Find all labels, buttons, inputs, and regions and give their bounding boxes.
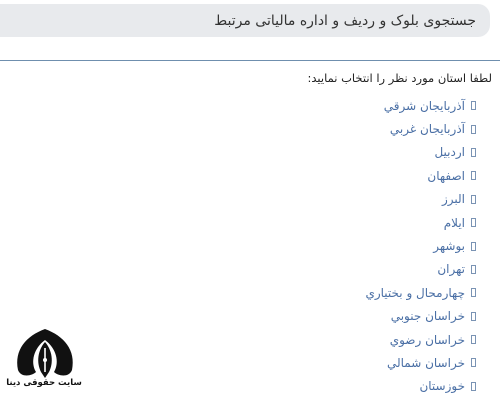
- checkbox-icon[interactable]: [471, 194, 476, 204]
- logo-caption: سایت حقوقی دینا: [6, 378, 82, 388]
- province-item[interactable]: آذربايجان شرقي: [365, 94, 476, 117]
- checkbox-icon[interactable]: [471, 101, 476, 111]
- province-item[interactable]: البرز: [365, 188, 476, 211]
- checkbox-icon[interactable]: [471, 311, 476, 321]
- province-item[interactable]: خراسان رضوي: [365, 328, 476, 351]
- province-link[interactable]: اصفهان: [427, 169, 465, 183]
- province-link[interactable]: بوشهر: [433, 239, 465, 253]
- checkbox-icon[interactable]: [471, 264, 476, 274]
- province-link[interactable]: اردبيل: [434, 145, 465, 159]
- province-item[interactable]: اردبيل: [365, 141, 476, 164]
- province-list: آذربايجان شرقي آذربايجان غربي اردبيل اصف…: [365, 94, 476, 398]
- province-link[interactable]: خراسان جنوبي: [391, 309, 465, 323]
- checkbox-icon[interactable]: [471, 124, 476, 134]
- page: جستجوی بلوک و ردیف و اداره مالیاتی مرتبط…: [0, 0, 500, 400]
- checkbox-icon[interactable]: [471, 218, 476, 228]
- province-item[interactable]: اصفهان: [365, 164, 476, 187]
- checkbox-icon[interactable]: [471, 335, 476, 345]
- province-item[interactable]: بوشهر: [365, 234, 476, 257]
- province-link[interactable]: تهران: [437, 262, 465, 276]
- province-item[interactable]: ايلام: [365, 211, 476, 234]
- province-item[interactable]: خراسان شمالي: [365, 351, 476, 374]
- divider: [0, 60, 500, 61]
- province-link[interactable]: خوزستان: [419, 379, 465, 393]
- checkbox-icon[interactable]: [471, 358, 476, 368]
- checkbox-icon[interactable]: [471, 171, 476, 181]
- checkbox-icon[interactable]: [471, 241, 476, 251]
- checkbox-icon[interactable]: [471, 288, 476, 298]
- province-link[interactable]: ايلام: [444, 216, 465, 230]
- header-bar: جستجوی بلوک و ردیف و اداره مالیاتی مرتبط: [0, 4, 490, 37]
- province-item[interactable]: آذربايجان غربي: [365, 117, 476, 140]
- province-prompt: لطفا استان مورد نظر را انتخاب نمایید:: [307, 71, 493, 85]
- province-link[interactable]: چهارمحال و بختياري: [365, 286, 465, 300]
- checkbox-icon[interactable]: [471, 381, 476, 391]
- province-item[interactable]: چهارمحال و بختياري: [365, 281, 476, 304]
- province-item[interactable]: خراسان جنوبي: [365, 305, 476, 328]
- province-item[interactable]: خوزستان: [365, 375, 476, 398]
- province-link[interactable]: البرز: [442, 192, 465, 206]
- province-link[interactable]: آذربايجان غربي: [390, 122, 465, 136]
- province-link[interactable]: خراسان شمالي: [387, 356, 465, 370]
- province-item[interactable]: تهران: [365, 258, 476, 281]
- province-link[interactable]: آذربايجان شرقي: [384, 99, 465, 113]
- province-link[interactable]: خراسان رضوي: [390, 333, 465, 347]
- checkbox-icon[interactable]: [471, 147, 476, 157]
- page-title: جستجوی بلوک و ردیف و اداره مالیاتی مرتبط: [214, 12, 476, 29]
